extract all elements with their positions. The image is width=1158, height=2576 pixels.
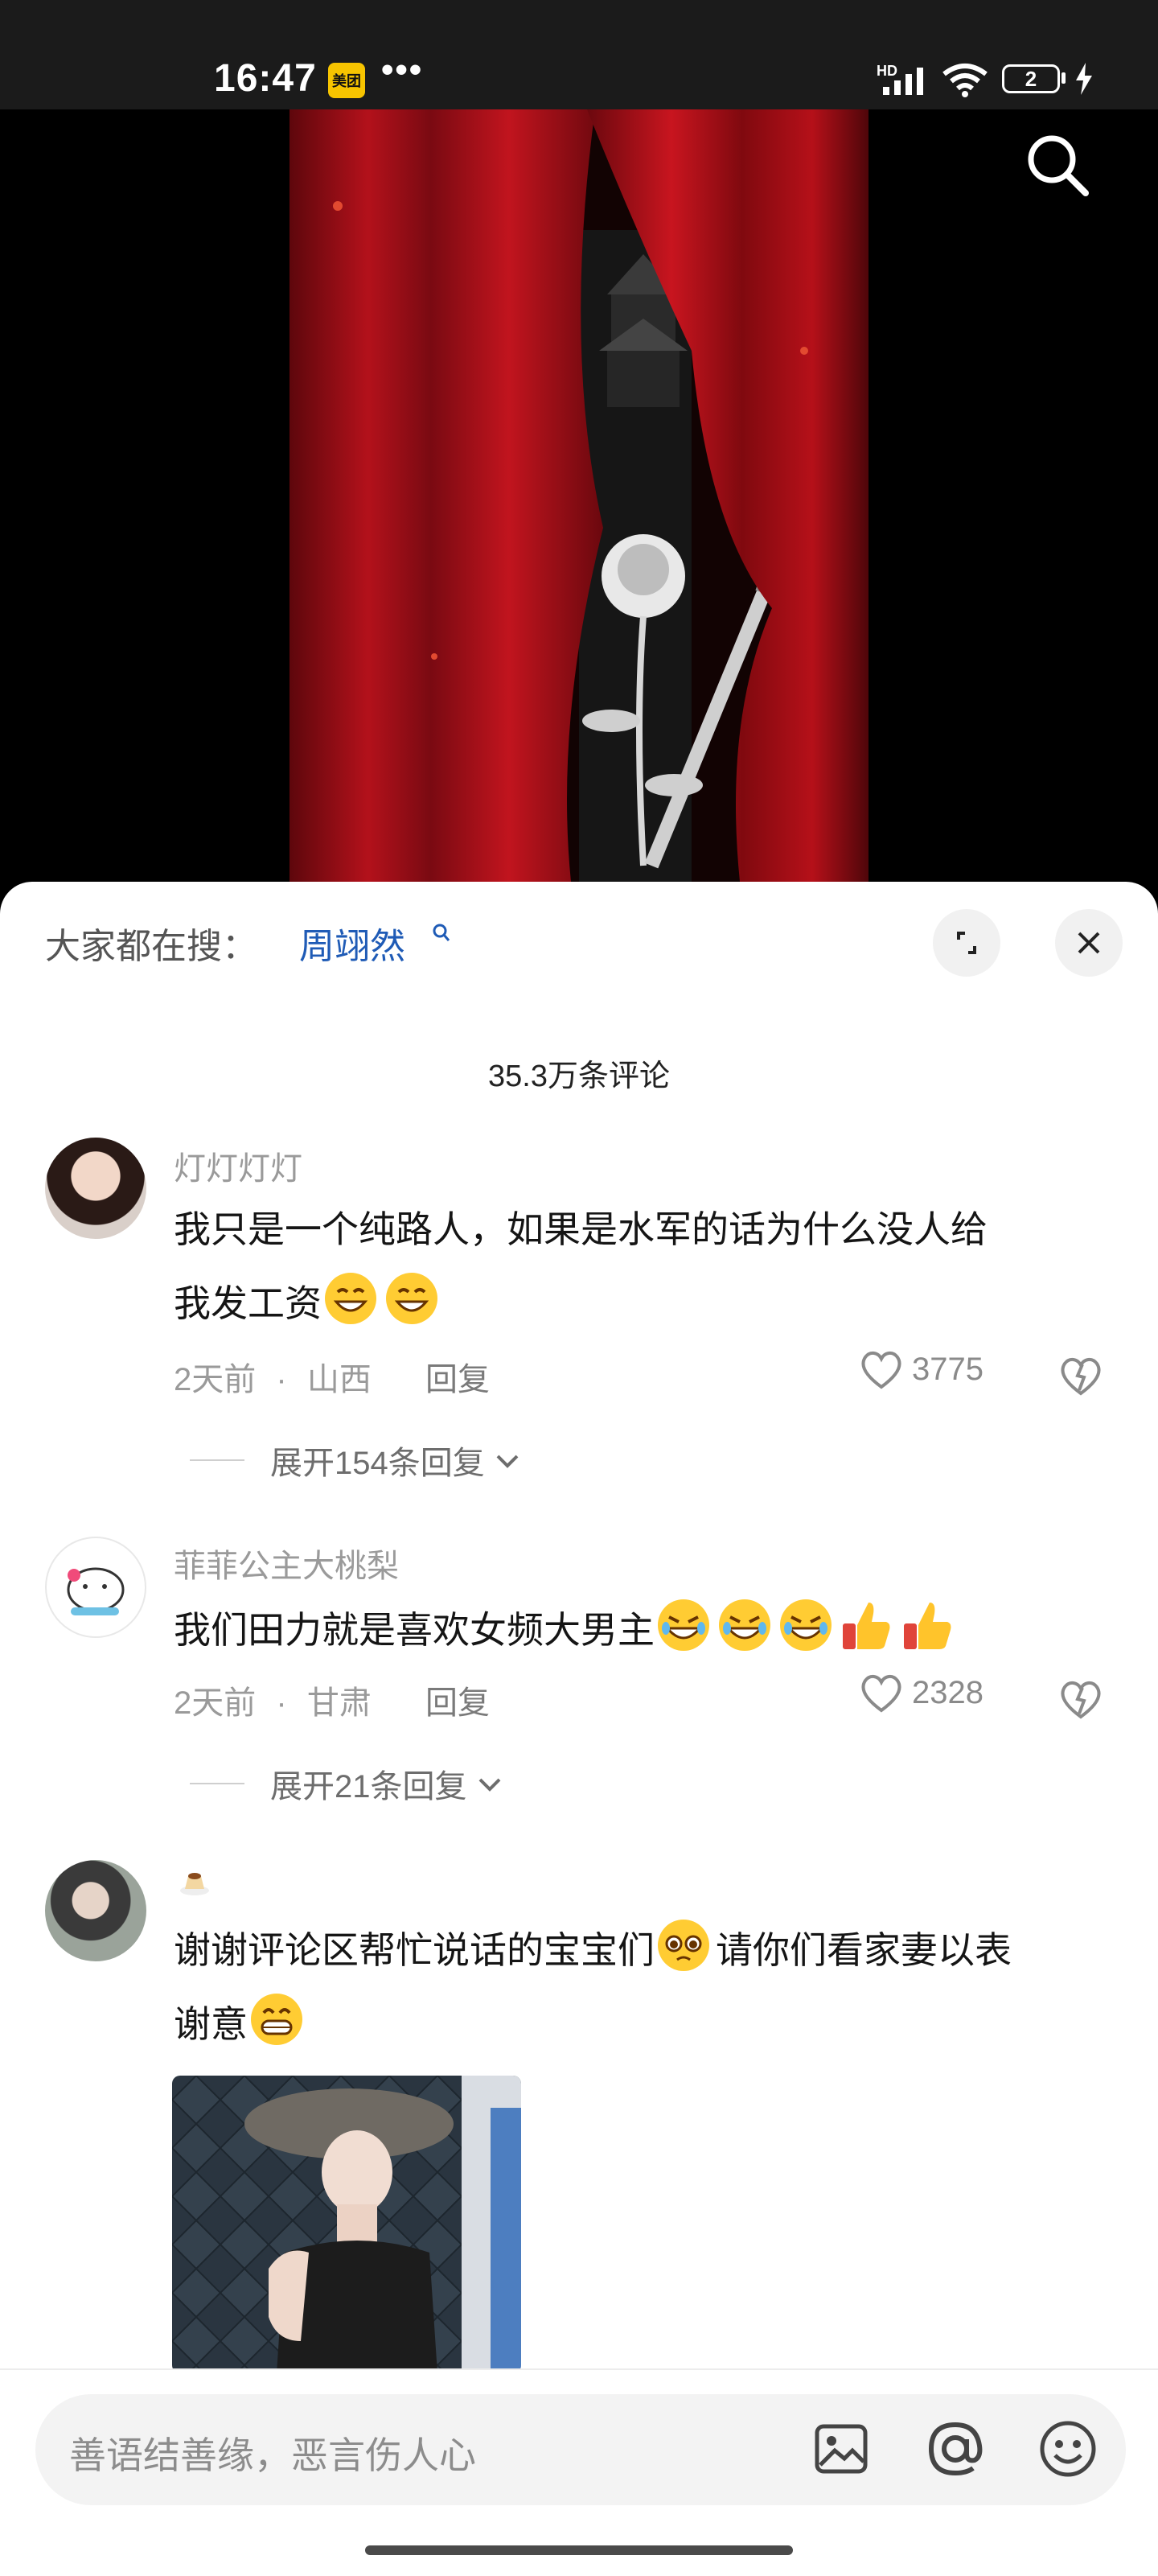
heart-icon: [861, 1675, 901, 1713]
reply-button[interactable]: 回复: [425, 1685, 490, 1721]
comment-text-line: 我发工资: [174, 1266, 1107, 1340]
close-panel-button[interactable]: [1055, 909, 1123, 977]
mention-at-icon[interactable]: [925, 2418, 986, 2479]
signal-icon: [883, 68, 923, 95]
comment-meta: 2天前 · 甘肃 回复: [174, 1677, 490, 1723]
rofl-emoji-icon: [658, 1599, 709, 1651]
battery-icon: 2: [1002, 64, 1060, 93]
divider: [190, 1783, 244, 1784]
video-poster-red-curtain: [290, 109, 868, 882]
avatar[interactable]: [45, 1860, 146, 1961]
hot-search-term[interactable]: 周翊然: [299, 917, 405, 969]
image-picker-icon[interactable]: [812, 2420, 870, 2478]
dislike-icon[interactable]: [1058, 1355, 1103, 1397]
comment-location: 甘肃: [306, 1685, 372, 1721]
emoji-picker-icon[interactable]: [1037, 2418, 1098, 2479]
more-notifications-icon: •••: [381, 50, 424, 89]
battery-level: 2: [1025, 66, 1037, 91]
comment-text-part: 谢意: [174, 2003, 248, 2045]
comments-count: 35.3万条评论: [488, 1060, 670, 1093]
comment-location: 山西: [306, 1362, 372, 1397]
expand-icon: [957, 932, 976, 954]
expand-replies-button[interactable]: 展开21条回复: [190, 1760, 504, 1807]
like-button[interactable]: 2328: [859, 1672, 983, 1714]
comment-text-part: 请你们看家妻以表: [716, 1929, 1012, 1971]
comment-photo-woman-in-hat: [172, 2076, 521, 2373]
meituan-notification-icon: 美团: [328, 63, 365, 98]
meta-dot: ·: [276, 1362, 287, 1397]
comment-text-line: 我只是一个纯路人，如果是水军的话为什么没人给: [174, 1208, 988, 1250]
hot-search-label: 大家都在搜：: [45, 927, 257, 966]
home-indicator[interactable]: [365, 2545, 793, 2555]
comment-time: 2天前: [174, 1685, 257, 1721]
wifi-icon: [942, 64, 988, 97]
comment-text-line: 谢意: [174, 1987, 1107, 2061]
expand-replies-label: 展开154条回复: [270, 1446, 485, 1481]
comment-text-line: 谢谢评论区帮忙说话的宝宝们 请你们看家妻以表: [174, 1913, 1107, 1987]
grin-sweat-emoji-icon: [386, 1273, 437, 1324]
battery-tip: [1062, 72, 1066, 84]
comment-username[interactable]: 菲菲公主大桃梨: [174, 1540, 399, 1586]
like-count: 3775: [912, 1351, 983, 1387]
comment-text: 我们田力就是喜欢女频大男主: [174, 1591, 1107, 1669]
comment-username[interactable]: 灯灯灯灯: [174, 1142, 302, 1189]
reply-button[interactable]: 回复: [425, 1362, 490, 1397]
charging-icon: [1076, 63, 1092, 95]
video-player[interactable]: [0, 109, 1158, 882]
like-count: 2328: [912, 1674, 983, 1710]
comment-text: 我只是一个纯路人，如果是水军的话为什么没人给 我发工资: [174, 1192, 1107, 1340]
pleading-face-emoji-icon: [658, 1920, 709, 1971]
pudding-emoji-icon: [180, 1873, 209, 1895]
grinning-face-emoji-icon: [251, 1994, 302, 2045]
divider: [190, 1459, 244, 1461]
search-icon: [433, 924, 450, 941]
thumbs-up-emoji-icon: [904, 1603, 951, 1649]
heart-icon: [861, 1352, 901, 1389]
avatar-image: [67, 1567, 125, 1615]
comment-text-part: 谢谢评论区帮忙说话的宝宝们: [174, 1929, 655, 1971]
grin-sweat-emoji-icon: [325, 1273, 376, 1324]
comment-time: 2天前: [174, 1362, 257, 1397]
thumbs-up-emoji-icon: [843, 1603, 890, 1649]
expand-panel-button[interactable]: [933, 909, 1000, 977]
status-time: 16:47: [214, 57, 317, 100]
meta-dot: ·: [276, 1685, 287, 1721]
rofl-emoji-icon: [780, 1599, 832, 1651]
search-button[interactable]: [1021, 129, 1094, 201]
comment-meta: 2天前 · 山西 回复: [174, 1353, 490, 1400]
comment-text-part: 我们田力就是喜欢女频大男主: [174, 1609, 655, 1651]
chevron-down-icon: [496, 1455, 519, 1468]
like-button[interactable]: 3775: [859, 1348, 983, 1390]
close-icon: [1078, 932, 1100, 954]
dislike-icon[interactable]: [1058, 1678, 1103, 1720]
rofl-emoji-icon: [719, 1599, 770, 1651]
comment-input-placeholder: 善语结善缘，恶言伤人心: [69, 2434, 476, 2476]
comment-text: 谢谢评论区帮忙说话的宝宝们 请你们看家妻以表 谢意: [174, 1913, 1107, 2061]
expand-replies-button[interactable]: 展开154条回复: [190, 1437, 522, 1483]
comment-text-part: 我发工资: [174, 1282, 322, 1324]
avatar[interactable]: [45, 1138, 146, 1239]
comment-image[interactable]: [172, 2076, 521, 2373]
status-bar: 16:47 美团 ••• HD 2: [0, 0, 1158, 109]
chevron-down-icon: [478, 1778, 500, 1792]
curtain-artwork: [290, 109, 868, 882]
avatar[interactable]: [45, 1537, 146, 1638]
expand-replies-label: 展开21条回复: [270, 1769, 467, 1804]
